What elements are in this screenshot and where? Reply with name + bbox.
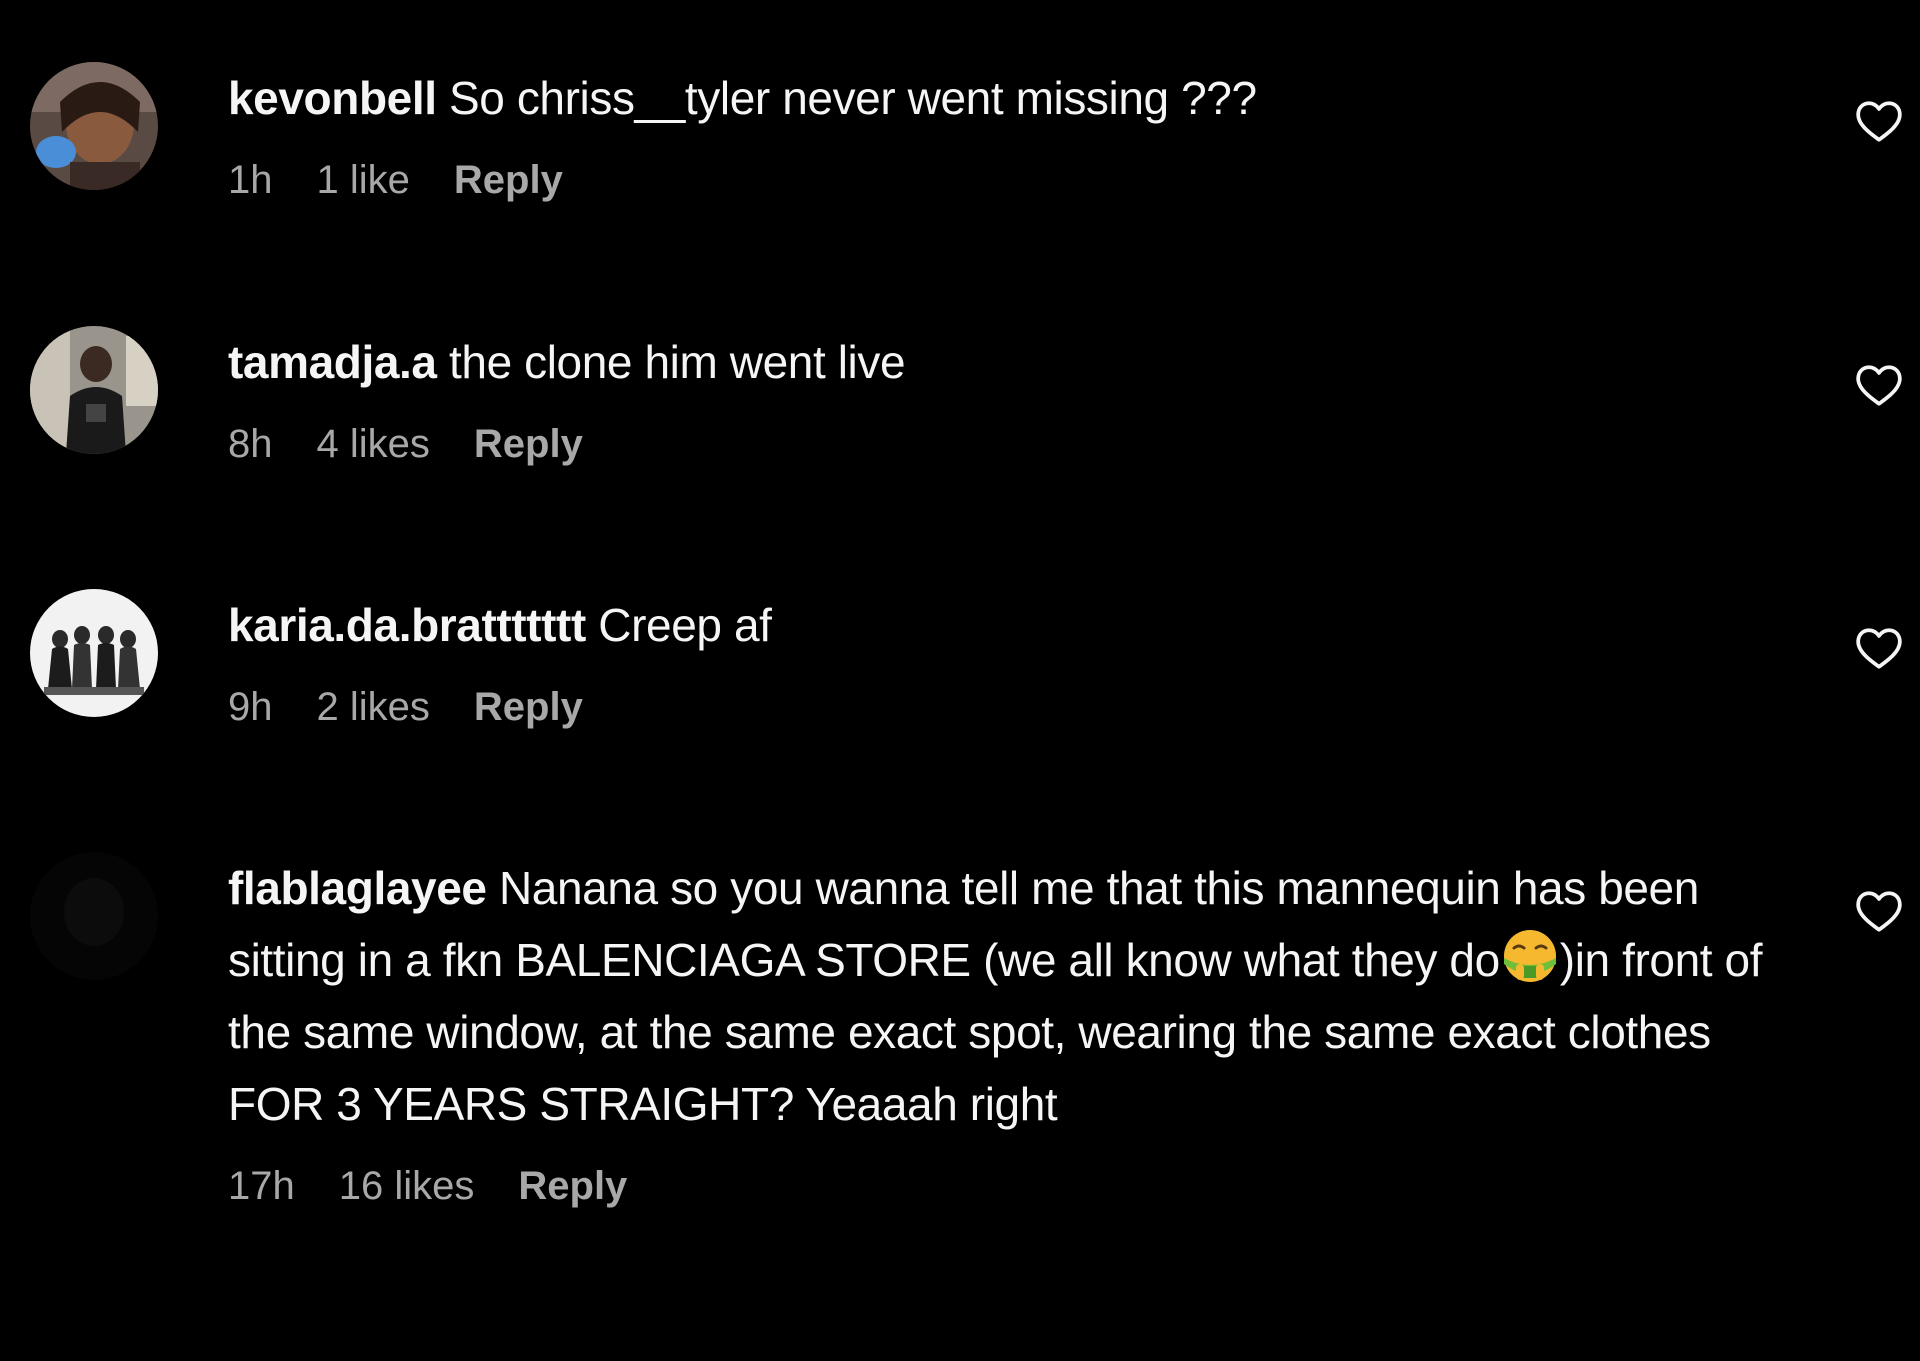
comment-username[interactable]: kevonbell (228, 72, 437, 124)
comment-like-count[interactable]: 4 likes (317, 422, 430, 466)
comment-text: kevonbell So chriss__tyler never went mi… (228, 62, 1803, 134)
comment-content: Creep af (598, 599, 772, 651)
heart-outline-icon (1856, 365, 1902, 406)
reply-button[interactable]: Reply (454, 158, 563, 202)
comment-meta: 9h 2 likes Reply (228, 683, 1803, 731)
comment-timestamp[interactable]: 17h (228, 1164, 295, 1208)
like-button[interactable] (1854, 360, 1904, 410)
comment-like-count[interactable]: 16 likes (339, 1164, 475, 1208)
comment-username[interactable]: tamadja.a (228, 336, 437, 388)
heart-outline-icon (1856, 101, 1902, 142)
avatar[interactable] (30, 326, 158, 454)
avatar[interactable] (30, 852, 158, 980)
comment-like-count[interactable]: 1 like (317, 158, 410, 202)
reply-button[interactable]: Reply (474, 422, 583, 466)
like-button[interactable] (1854, 623, 1904, 673)
comment-username[interactable]: karia.da.brattttttt (228, 599, 586, 651)
comment-content: So chriss__tyler never went missing ??? (448, 72, 1257, 124)
reply-button[interactable]: Reply (518, 1164, 627, 1208)
comment-like-count[interactable]: 2 likes (317, 685, 430, 729)
comment-content: the clone him went live (449, 336, 906, 388)
comment-timestamp[interactable]: 8h (228, 422, 273, 466)
avatar[interactable] (30, 589, 158, 717)
reply-button[interactable]: Reply (474, 685, 583, 729)
comment-meta: 8h 4 likes Reply (228, 420, 1803, 468)
comment-timestamp[interactable]: 1h (228, 158, 273, 202)
avatar[interactable] (30, 62, 158, 190)
comment-meta: 17h 16 likes Reply (228, 1162, 1803, 1210)
like-button[interactable] (1854, 886, 1904, 936)
heart-outline-icon (1856, 628, 1902, 669)
nauseated-face-emoji (1502, 928, 1558, 984)
comment-text: flablaglayee Nanana so you wanna tell me… (228, 852, 1803, 1140)
like-button[interactable] (1854, 96, 1904, 146)
comment-username[interactable]: flablaglayee (228, 862, 487, 914)
comment-text: karia.da.brattttttt Creep af (228, 589, 1803, 661)
heart-outline-icon (1856, 891, 1902, 932)
comment-timestamp[interactable]: 9h (228, 685, 273, 729)
comment-meta: 1h 1 like Reply (228, 156, 1803, 204)
comment-text: tamadja.a the clone him went live (228, 326, 1803, 398)
